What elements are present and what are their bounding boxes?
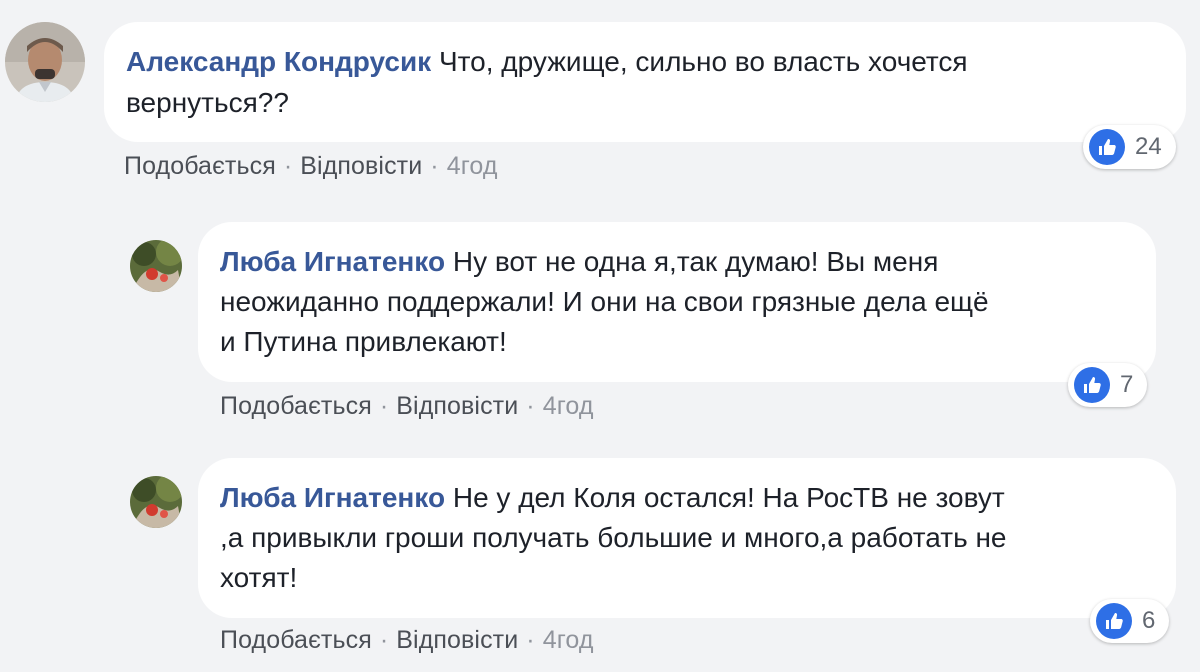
reply-link[interactable]: Відповісти	[396, 392, 518, 420]
comment-line: Не у дел Коля остался! На РосТВ не зовут	[452, 482, 1005, 513]
comment-author[interactable]: Люба Игнатенко	[220, 246, 445, 277]
reaction-count: 6	[1142, 607, 1156, 634]
reaction-summary[interactable]: 7	[1068, 363, 1148, 407]
like-link[interactable]: Подобається	[220, 392, 372, 420]
like-link[interactable]: Подобається	[124, 152, 276, 180]
reply-link[interactable]: Відповісти	[396, 626, 518, 654]
separator: ·	[379, 626, 389, 654]
comment-text: Люба Игнатенко Не у дел Коля остался! На…	[220, 478, 1005, 518]
comment-bubble	[104, 22, 1186, 142]
reaction-summary[interactable]: 6	[1090, 599, 1170, 643]
timestamp[interactable]: 4год	[543, 626, 594, 654]
comment-line: неожиданно поддержали! И они на свои гря…	[220, 286, 989, 317]
reaction-count: 24	[1135, 133, 1162, 160]
comment-line: Ну вот не одна я,так думаю! Вы меня	[452, 246, 939, 277]
avatar[interactable]	[5, 22, 85, 102]
comment-line: ,а привыкли гроши получать большие и мно…	[220, 522, 1007, 553]
comment-text: Александр Кондрусик Что, дружище, сильно…	[126, 42, 968, 82]
avatar[interactable]	[130, 240, 182, 292]
comment-line: вернуться??	[126, 87, 289, 118]
like-link[interactable]: Подобається	[220, 626, 372, 654]
comment-text: Люба Игнатенко Ну вот не одна я,так дума…	[220, 242, 938, 282]
timestamp[interactable]: 4год	[447, 152, 498, 180]
separator: ·	[379, 392, 389, 420]
separator: ·	[430, 152, 439, 180]
reaction-count: 7	[1120, 371, 1134, 398]
comment-actions: Подобається · Відповісти · 4год	[220, 626, 594, 655]
comment-line: и Путина привлекают!	[220, 326, 507, 357]
separator: ·	[526, 626, 535, 654]
comment-author[interactable]: Люба Игнатенко	[220, 482, 445, 513]
separator: ·	[526, 392, 535, 420]
comment-actions: Подобається · Відповісти · 4год	[220, 392, 594, 421]
reaction-summary[interactable]: 24	[1083, 125, 1176, 169]
like-icon	[1074, 367, 1110, 403]
timestamp[interactable]: 4год	[543, 392, 594, 420]
like-icon	[1096, 603, 1132, 639]
comment-line: Что, дружище, сильно во власть хочется	[438, 46, 968, 77]
comment-actions: Подобається · Відповісти · 4год	[124, 152, 498, 181]
separator: ·	[283, 152, 293, 180]
avatar[interactable]	[130, 476, 182, 528]
comment-author[interactable]: Александр Кондрусик	[126, 46, 431, 77]
reply-link[interactable]: Відповісти	[300, 152, 422, 180]
like-icon	[1089, 129, 1125, 165]
comment-line: хотят!	[220, 562, 298, 593]
